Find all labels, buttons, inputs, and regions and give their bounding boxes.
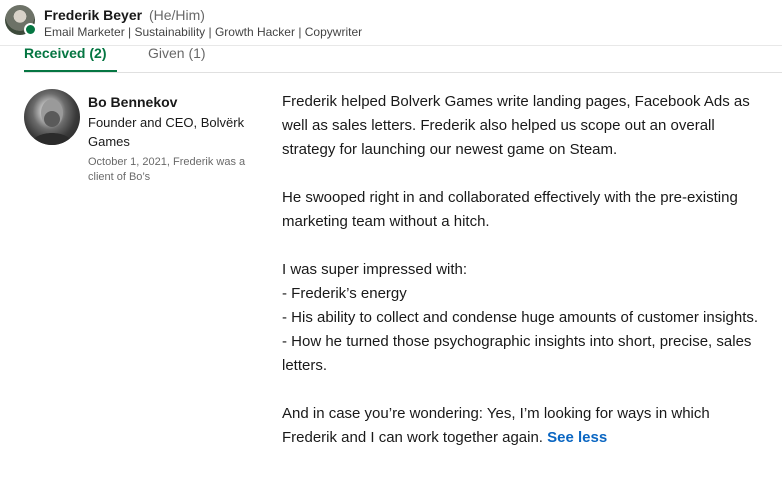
- impressed-intro: I was super impressed with:: [282, 261, 468, 278]
- recommendation-meta: October 1, 2021, Frederik was a client o…: [88, 156, 246, 183]
- tab-given-label: Given (1): [148, 45, 206, 61]
- online-status-indicator: [24, 23, 37, 36]
- impressed-item: - His ability to collect and condense hu…: [282, 309, 759, 326]
- recommendation-paragraph: Frederik helped Bolverk Games write land…: [282, 93, 750, 158]
- recommender-name[interactable]: Bo Bennekov: [88, 93, 263, 111]
- profile-name[interactable]: Frederik Beyer: [44, 7, 142, 23]
- tab-given[interactable]: Given (1): [148, 46, 206, 70]
- profile-avatar[interactable]: [5, 5, 37, 36]
- tab-received[interactable]: Received (2): [24, 45, 117, 72]
- profile-pronouns: (He/Him): [148, 7, 205, 23]
- recommendation-paragraph: He swooped right in and collaborated eff…: [282, 189, 738, 230]
- tab-received-label: Received (2): [24, 45, 107, 61]
- profile-name-line: Frederik Beyer (He/Him): [44, 6, 205, 24]
- recommendation-tabs: Received (2) Given (1): [24, 46, 782, 74]
- recommender-avatar[interactable]: [24, 89, 80, 145]
- see-less-link[interactable]: See less: [547, 429, 607, 446]
- recommendation-text: Frederik helped Bolverk Games write land…: [282, 90, 762, 450]
- closing-text: And in case you’re wondering: Yes, I’m l…: [282, 405, 710, 446]
- closing-paragraph: And in case you’re wondering: Yes, I’m l…: [282, 402, 762, 450]
- recommender-info: Bo Bennekov Founder and CEO, Bolvërk Gam…: [88, 93, 263, 185]
- impressed-item: - How he turned those psychographic insi…: [282, 333, 752, 374]
- recommender-title: Founder and CEO, Bolvërk Games: [88, 115, 245, 149]
- recommender-photo: [30, 99, 74, 145]
- profile-header: Frederik Beyer (He/Him) Email Marketer |…: [0, 0, 782, 46]
- impressed-item: - Frederik’s energy: [282, 285, 407, 302]
- tabs-divider: [24, 72, 782, 73]
- profile-headline: Email Marketer | Sustainability | Growth…: [44, 25, 363, 39]
